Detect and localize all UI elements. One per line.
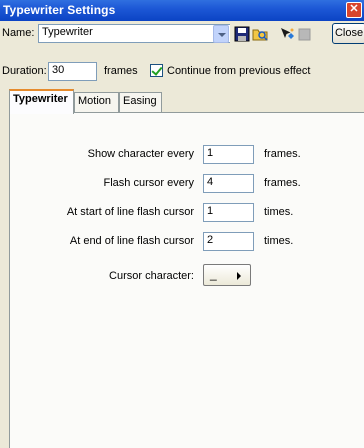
- close-button[interactable]: Close: [332, 23, 364, 44]
- cursor-character-label: Cursor character:: [109, 270, 194, 282]
- window-title: Typewriter Settings: [3, 3, 116, 17]
- title-bar: Typewriter Settings ✕: [0, 0, 364, 21]
- setting-row-end-line: At end of line flash cursor: [20, 235, 194, 249]
- duration-unit: frames: [104, 65, 138, 77]
- continue-label[interactable]: Continue from previous effect: [167, 65, 310, 77]
- tab-motion[interactable]: Motion: [74, 92, 119, 112]
- flash-cursor-label: Flash cursor every: [103, 177, 194, 189]
- start-line-unit: times.: [264, 206, 294, 218]
- apply-effect-icon[interactable]: [279, 26, 295, 42]
- save-icon[interactable]: [234, 26, 250, 42]
- duration-label: Duration:: [2, 65, 47, 77]
- stop-icon[interactable]: [297, 26, 313, 42]
- show-character-label: Show character every: [87, 148, 194, 160]
- dropdown-arrow-icon[interactable]: [213, 25, 229, 43]
- name-label: Name:: [2, 27, 35, 39]
- close-icon[interactable]: ✕: [346, 2, 362, 18]
- end-line-unit: times.: [264, 235, 294, 247]
- cursor-character-picker[interactable]: _: [203, 264, 251, 286]
- end-line-label: At end of line flash cursor: [69, 235, 194, 247]
- name-field[interactable]: Typewriter: [38, 24, 230, 43]
- cursor-character-row: Cursor character:: [20, 270, 194, 284]
- show-character-input[interactable]: 1: [203, 145, 254, 164]
- show-character-unit: frames.: [264, 148, 301, 160]
- start-line-label: At start of line flash cursor: [66, 206, 194, 218]
- end-line-input[interactable]: 2: [203, 232, 254, 251]
- open-folder-icon[interactable]: [252, 26, 268, 42]
- setting-row-start-line: At start of line flash cursor: [20, 206, 194, 220]
- flash-cursor-unit: frames.: [264, 177, 301, 189]
- setting-row-flash-cursor: Flash cursor every: [20, 177, 194, 191]
- duration-input[interactable]: 30: [48, 62, 97, 81]
- arrow-right-icon: [237, 272, 241, 280]
- continue-checkbox[interactable]: [150, 64, 163, 77]
- tab-easing[interactable]: Easing: [119, 92, 162, 112]
- cursor-character-value: _: [210, 267, 217, 281]
- setting-row-show-character: Show character every: [20, 148, 194, 162]
- start-line-input[interactable]: 1: [203, 203, 254, 222]
- flash-cursor-input[interactable]: 4: [203, 174, 254, 193]
- tab-typewriter[interactable]: Typewriter: [9, 89, 74, 114]
